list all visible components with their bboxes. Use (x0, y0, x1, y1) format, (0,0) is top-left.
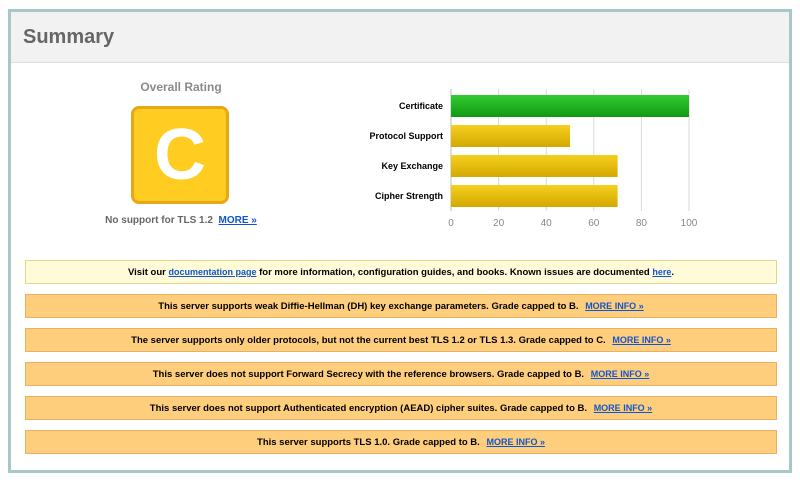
doc-notice-suffix: . (671, 267, 675, 278)
warning-old-protocols: The server supports only older protocols… (25, 328, 777, 352)
chart-bar (451, 185, 618, 207)
warning-aead: This server does not support Authenticat… (25, 396, 777, 420)
chart-tick-label: 80 (636, 218, 648, 229)
chart-bar (451, 95, 689, 117)
warning-tls10: This server supports TLS 1.0. Grade capp… (25, 430, 777, 454)
known-issues-link[interactable]: here (652, 267, 671, 277)
more-info-link[interactable]: MORE INFO » (612, 335, 671, 345)
chart-category-label: Key Exchange (381, 161, 443, 171)
more-info-link[interactable]: MORE INFO » (591, 369, 650, 379)
warning-text: The server supports only older protocols… (131, 335, 606, 346)
warning-text: This server does not support Forward Sec… (152, 369, 585, 380)
chart-category-label: Protocol Support (370, 131, 444, 141)
more-info-link[interactable]: MORE INFO » (594, 403, 653, 413)
chart-category-label: Certificate (399, 101, 443, 111)
more-info-link[interactable]: MORE INFO » (486, 437, 545, 447)
documentation-page-link[interactable]: documentation page (168, 267, 256, 277)
warning-text: This server supports TLS 1.0. Grade capp… (257, 437, 480, 448)
warning-forward-secrecy: This server does not support Forward Sec… (25, 362, 777, 386)
doc-notice-middle: for more information, configuration guid… (256, 267, 653, 278)
chart-bar (451, 125, 570, 147)
warning-dh-params: This server supports weak Diffie-Hellman… (25, 294, 777, 318)
doc-notice-prefix: Visit our (127, 267, 169, 278)
chart-tick-label: 20 (493, 218, 505, 229)
chart-tick-label: 0 (448, 218, 454, 229)
warning-text: This server does not support Authenticat… (149, 403, 588, 414)
chart-bar (451, 155, 618, 177)
rating-bar-chart: 0 20 40 60 80 100 Certificate Protocol Support K… (370, 89, 698, 229)
chart-tick-label: 60 (588, 218, 600, 229)
summary-panel: Summary Overall Rating C No support for … (8, 9, 792, 473)
more-info-link[interactable]: MORE INFO » (585, 301, 644, 311)
warning-text: This server supports weak Diffie-Hellman… (158, 301, 579, 312)
chart-tick-label: 40 (541, 218, 553, 229)
chart-tick-label: 100 (681, 218, 698, 229)
documentation-notice: Visit our documentation page for more in… (25, 260, 777, 284)
chart-category-label: Cipher Strength (375, 191, 443, 201)
